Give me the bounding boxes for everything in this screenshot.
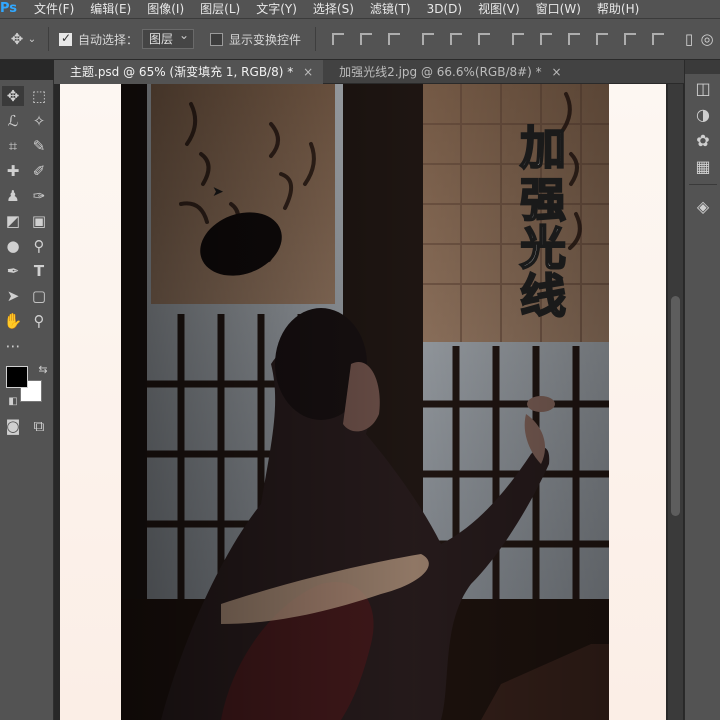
default-colors-icon[interactable]: ◧ <box>2 392 24 412</box>
distribute-vertical-centers-icon[interactable] <box>540 33 553 45</box>
align-left-edges-icon[interactable] <box>422 33 435 45</box>
menu-layer[interactable]: 图层(L) <box>192 0 248 18</box>
menu-window[interactable]: 窗口(W) <box>528 0 589 18</box>
dodge-tool-icon[interactable]: ⚲ <box>28 236 50 256</box>
more-tools-icon[interactable]: ⋯ <box>2 336 24 356</box>
distribute-left-icon[interactable] <box>596 33 609 45</box>
swap-colors-icon[interactable]: ⇆ <box>32 360 54 380</box>
document-tabs: 主题.psd @ 65% (渐变填充 1, RGB/8) * × 加强光线2.j… <box>54 60 684 84</box>
menu-bar: Ps 文件(F) 编辑(E) 图像(I) 图层(L) 文字(Y) 选择(S) 滤… <box>0 0 720 18</box>
healing-brush-tool-icon[interactable]: ✚ <box>2 161 24 181</box>
overlay-char-4: 线 <box>520 269 566 323</box>
type-tool-icon[interactable]: T <box>28 261 50 281</box>
crop-tool-icon[interactable]: ⌗ <box>2 136 24 156</box>
menu-type[interactable]: 文字(Y) <box>248 0 305 18</box>
document-canvas[interactable]: 加 强 光 线 ➤ <box>60 84 666 720</box>
auto-select-checkbox[interactable] <box>59 31 72 46</box>
foreground-color-swatch[interactable] <box>6 366 28 388</box>
eyedropper-tool-icon[interactable]: ✎ <box>28 136 50 156</box>
layers-icon[interactable]: ◈ <box>694 198 712 216</box>
tab-label: 加强光线2.jpg @ 66.6%(RGB/8#) * <box>339 65 542 79</box>
options-bar: ✥ ⌄ 自动选择： 图层 显示变换控件 ▯ ◎ <box>0 18 720 60</box>
quick-mask-icon[interactable]: ◙ <box>2 416 24 436</box>
auto-select-dropdown[interactable]: 图层 <box>142 26 195 49</box>
scrollbar-thumb[interactable] <box>671 296 680 516</box>
overlay-char-1: 加 <box>520 121 566 175</box>
overlay-char-3: 光 <box>520 221 566 275</box>
align-top-edges-icon[interactable] <box>332 33 345 45</box>
canvas-area[interactable]: 加 强 光 线 ➤ <box>54 84 667 720</box>
color-palette-icon[interactable]: ✿ <box>694 132 712 150</box>
divider <box>315 27 317 51</box>
clone-stamp-tool-icon[interactable]: ♟ <box>2 186 24 206</box>
show-transform-checkbox[interactable] <box>210 32 224 46</box>
vertical-scrollbar[interactable] <box>667 84 683 720</box>
auto-select-label: 自动选择： <box>78 32 139 47</box>
brush-tool-icon[interactable]: ✐ <box>28 161 50 181</box>
distribute-bottom-icon[interactable] <box>568 33 581 45</box>
overlay-char-2: 强 <box>520 173 566 227</box>
auto-align-layers-icon[interactable]: ▯ <box>680 30 698 48</box>
menu-help[interactable]: 帮助(H) <box>589 0 647 18</box>
menu-filter[interactable]: 滤镜(T) <box>362 0 419 18</box>
swatches-grid-icon[interactable]: ▦ <box>694 158 712 176</box>
eraser-tool-icon[interactable]: ◩ <box>2 211 24 231</box>
menu-file[interactable]: 文件(F) <box>26 0 82 18</box>
align-horizontal-centers-icon[interactable] <box>450 33 463 45</box>
panel-collapse-bar[interactable] <box>685 60 720 74</box>
zoom-tool-icon[interactable]: ⚲ <box>28 311 50 331</box>
align-right-edges-icon[interactable] <box>478 33 491 45</box>
menu-select[interactable]: 选择(S) <box>305 0 362 18</box>
chevron-down-icon[interactable]: ⌄ <box>26 34 38 45</box>
photoshop-window: Ps 文件(F) 编辑(E) 图像(I) 图层(L) 文字(Y) 选择(S) 滤… <box>0 0 720 720</box>
move-tool-preset-icon[interactable]: ✥ <box>8 30 26 48</box>
tab-main-psd[interactable]: 主题.psd @ 65% (渐变填充 1, RGB/8) * × <box>54 60 324 84</box>
marquee-tool-icon[interactable]: ⬚ <box>28 86 50 106</box>
distribute-top-icon[interactable] <box>512 33 525 45</box>
3d-mode-icon[interactable]: ◎ <box>698 30 716 48</box>
menu-3d[interactable]: 3D(D) <box>419 0 470 18</box>
align-bottom-edges-icon[interactable] <box>388 33 401 45</box>
history-brush-tool-icon[interactable]: ✑ <box>28 186 50 206</box>
adjustments-icon[interactable]: ◑ <box>694 106 712 124</box>
menu-view[interactable]: 视图(V) <box>470 0 528 18</box>
close-icon[interactable]: × <box>552 65 562 79</box>
divider <box>48 27 49 51</box>
tab-enhance-light-jpg[interactable]: 加强光线2.jpg @ 66.6%(RGB/8#) * × <box>323 60 571 84</box>
menu-image[interactable]: 图像(I) <box>139 0 192 18</box>
blur-tool-icon[interactable]: ● <box>2 236 24 256</box>
overlay-title: 加 强 光 线 <box>519 120 567 324</box>
show-transform-label: 显示变换控件 <box>229 32 302 47</box>
menu-edit[interactable]: 编辑(E) <box>82 0 139 18</box>
shape-tool-icon[interactable]: ▢ <box>28 286 50 306</box>
hand-tool-icon[interactable]: ✋ <box>2 311 24 331</box>
screen-mode-icon[interactable]: ⧉ <box>28 416 50 436</box>
pen-tool-icon[interactable]: ✒ <box>2 261 24 281</box>
align-vertical-centers-icon[interactable] <box>360 33 373 45</box>
app-logo: Ps <box>0 1 18 16</box>
path-selection-tool-icon[interactable]: ➤ <box>2 286 24 306</box>
photo-layer: 加 强 光 线 <box>121 84 609 720</box>
tools-panel: ✥ ⬚ ℒ ✧ ⌗ ✎ ✚ ✐ ♟ ✑ ◩ ▣ ● ⚲ ✒ T ➤ ▢ ✋ ⚲ … <box>0 80 54 720</box>
gradient-tool-icon[interactable]: ▣ <box>28 211 50 231</box>
move-cursor-icon: ➤ <box>212 184 224 200</box>
magic-wand-tool-icon[interactable]: ✧ <box>28 111 50 131</box>
divider <box>689 184 717 185</box>
right-panel-dock: ◫ ◑ ✿ ▦ ◈ <box>684 60 720 720</box>
tab-label: 主题.psd @ 65% (渐变填充 1, RGB/8) * <box>70 65 294 79</box>
close-icon[interactable]: × <box>303 65 313 79</box>
portrait-image: 加 强 光 线 <box>121 84 609 720</box>
distribute-right-icon[interactable] <box>652 33 665 45</box>
properties-icon[interactable]: ◫ <box>694 80 712 98</box>
move-tool-icon[interactable]: ✥ <box>2 86 24 106</box>
lasso-tool-icon[interactable]: ℒ <box>2 111 24 131</box>
distribute-horizontal-centers-icon[interactable] <box>624 33 637 45</box>
